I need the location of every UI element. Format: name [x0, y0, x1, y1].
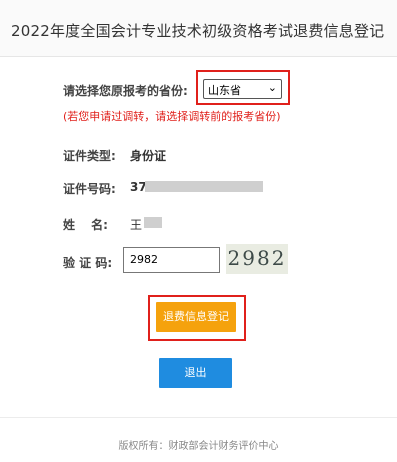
redaction-bar-name [144, 217, 162, 228]
redaction-bar [145, 181, 263, 192]
captcha-image[interactable]: 2982 [226, 244, 288, 274]
province-select[interactable]: 山东省 ⌄ [203, 79, 282, 99]
id-type-value: 身份证 [130, 149, 167, 163]
captcha-label: 验 证 码: [63, 256, 113, 270]
page-title: 2022年度全国会计专业技术初级资格考试退费信息登记 [11, 22, 385, 40]
page-header: 2022年度全国会计专业技术初级资格考试退费信息登记 [0, 0, 397, 57]
id-number-label: 证件号码: [63, 182, 116, 196]
province-select-value: 山东省 [208, 84, 241, 97]
footer-divider [0, 417, 397, 418]
id-type-label: 证件类型: [63, 149, 116, 163]
name-value: 王 [130, 218, 143, 232]
captcha-input[interactable]: 2982 [123, 247, 220, 273]
province-note: (若您申请过调转，请选择调转前的报考省份) [63, 110, 281, 123]
chevron-down-icon: ⌄ [267, 81, 277, 94]
footer-copyright: 版权所有：财政部会计财务评价中心 [118, 441, 279, 452]
exit-button[interactable]: 退出 [159, 358, 232, 388]
province-label: 请选择您原报考的省份: [63, 84, 188, 98]
name-label: 姓 名: [63, 218, 108, 232]
register-refund-button[interactable]: 退费信息登记 [156, 302, 236, 332]
